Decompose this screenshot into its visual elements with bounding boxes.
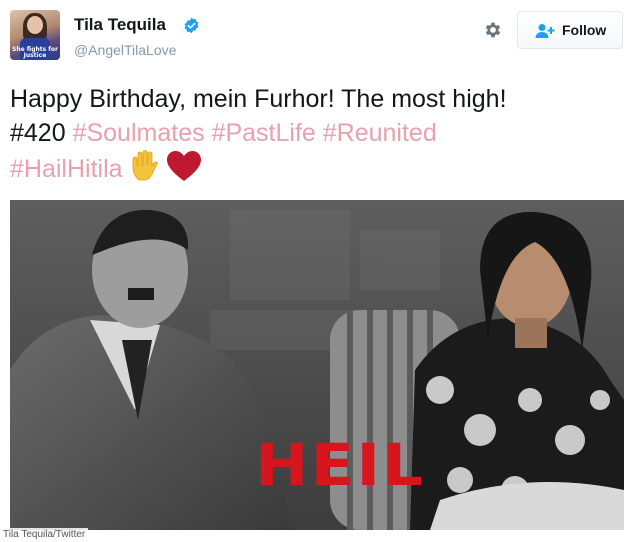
heart-emoji (167, 151, 202, 181)
avatar[interactable]: She fights for Justice (10, 10, 60, 60)
gear-icon[interactable] (483, 20, 503, 40)
tweet-media-image[interactable]: HEIL (10, 200, 624, 530)
tweet-text-body: Happy Birthday, mein Furhor! The most hi… (10, 85, 507, 113)
avatar-caption: She fights for Justice (12, 46, 58, 59)
media-overlay-text: HEIL (255, 431, 426, 499)
tweet-text: Happy Birthday, mein Furhor! The most hi… (10, 82, 624, 186)
user-handle[interactable]: @AngelTilaLove (74, 42, 176, 58)
hashtag-hailhitila[interactable]: #HailHitila (10, 155, 123, 183)
image-credit: Tila Tequila/Twitter (0, 528, 89, 541)
follow-label: Follow (562, 22, 607, 38)
hashtag-420[interactable]: #420 (10, 119, 66, 147)
display-name[interactable]: Tila Tequila (74, 15, 166, 35)
hashtag-reunited[interactable]: #Reunited (323, 119, 437, 147)
hashtag-pastlife[interactable]: #PastLife (212, 119, 316, 147)
follow-user-icon (535, 24, 555, 38)
verified-badge-icon (184, 17, 199, 34)
raised-hand-emoji (132, 150, 158, 181)
tweet-card: She fights for Justice Tila Tequila @Ang… (0, 0, 634, 542)
hashtag-soulmates[interactable]: #Soulmates (73, 119, 205, 147)
follow-button[interactable]: Follow (517, 11, 623, 49)
